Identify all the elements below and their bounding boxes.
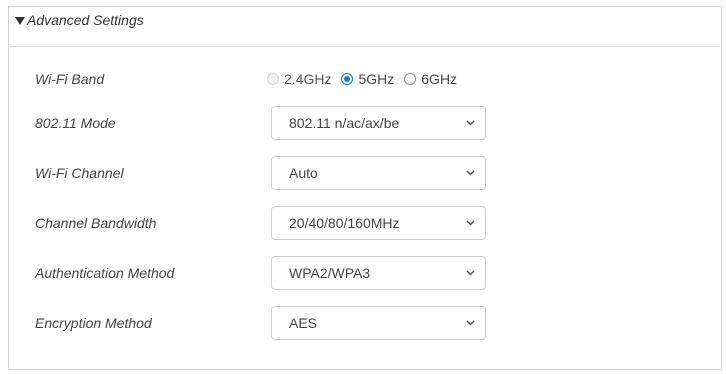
chevron-down-icon	[466, 120, 475, 126]
triangle-down-icon	[15, 16, 25, 25]
wifi-channel-row: Wi-Fi Channel Auto	[9, 156, 721, 190]
select-value: AES	[289, 315, 318, 331]
band-option-label: 6GHz	[421, 71, 458, 87]
authentication-method-row: Authentication Method WPA2/WPA3	[9, 256, 721, 290]
advanced-settings-toggle[interactable]: Advanced Settings	[15, 12, 144, 28]
authentication-method-select[interactable]: WPA2/WPA3	[271, 256, 486, 290]
select-value: Auto	[289, 165, 318, 181]
band-option-6ghz[interactable]: 6GHz	[404, 71, 457, 87]
wifi-band-radio-group: 2.4GHz 5GHz 6GHz	[267, 71, 467, 87]
chevron-down-icon	[466, 170, 475, 176]
channel-bandwidth-label: Channel Bandwidth	[35, 215, 157, 231]
select-value: 20/40/80/160MHz	[289, 215, 400, 231]
encryption-method-select[interactable]: AES	[271, 306, 486, 340]
channel-bandwidth-select[interactable]: 20/40/80/160MHz	[271, 206, 486, 240]
band-option-5ghz[interactable]: 5GHz	[341, 71, 394, 87]
encryption-method-label: Encryption Method	[35, 315, 152, 331]
radio-6ghz[interactable]	[404, 73, 417, 85]
section-title: Advanced Settings	[27, 12, 144, 28]
wifi-band-label: Wi-Fi Band	[35, 71, 105, 87]
chevron-down-icon	[466, 270, 475, 276]
advanced-settings-panel: Advanced Settings Wi-Fi Band 2.4GHz 5GHz…	[8, 6, 722, 370]
select-value: 802.11 n/ac/ax/be	[289, 115, 400, 131]
authentication-method-label: Authentication Method	[35, 265, 175, 281]
mode-802-11-row: 802.11 Mode 802.11 n/ac/ax/be	[9, 106, 721, 140]
channel-bandwidth-row: Channel Bandwidth 20/40/80/160MHz	[9, 206, 721, 240]
radio-2-4ghz[interactable]	[267, 73, 279, 85]
chevron-down-icon	[466, 220, 475, 226]
wifi-channel-select[interactable]: Auto	[271, 156, 486, 190]
wifi-channel-label: Wi-Fi Channel	[35, 165, 124, 181]
mode-802-11-select[interactable]: 802.11 n/ac/ax/be	[271, 106, 486, 140]
wifi-band-row: Wi-Fi Band 2.4GHz 5GHz 6GHz	[9, 62, 721, 96]
radio-5ghz[interactable]	[341, 73, 354, 85]
panel-header: Advanced Settings	[9, 7, 721, 47]
band-option-2-4ghz[interactable]: 2.4GHz	[267, 71, 331, 87]
band-option-label: 5GHz	[358, 71, 395, 87]
select-value: WPA2/WPA3	[289, 265, 371, 281]
encryption-method-row: Encryption Method AES	[9, 306, 721, 340]
mode-802-11-label: 802.11 Mode	[35, 115, 116, 131]
band-option-label: 2.4GHz	[284, 71, 332, 87]
chevron-down-icon	[466, 320, 475, 326]
